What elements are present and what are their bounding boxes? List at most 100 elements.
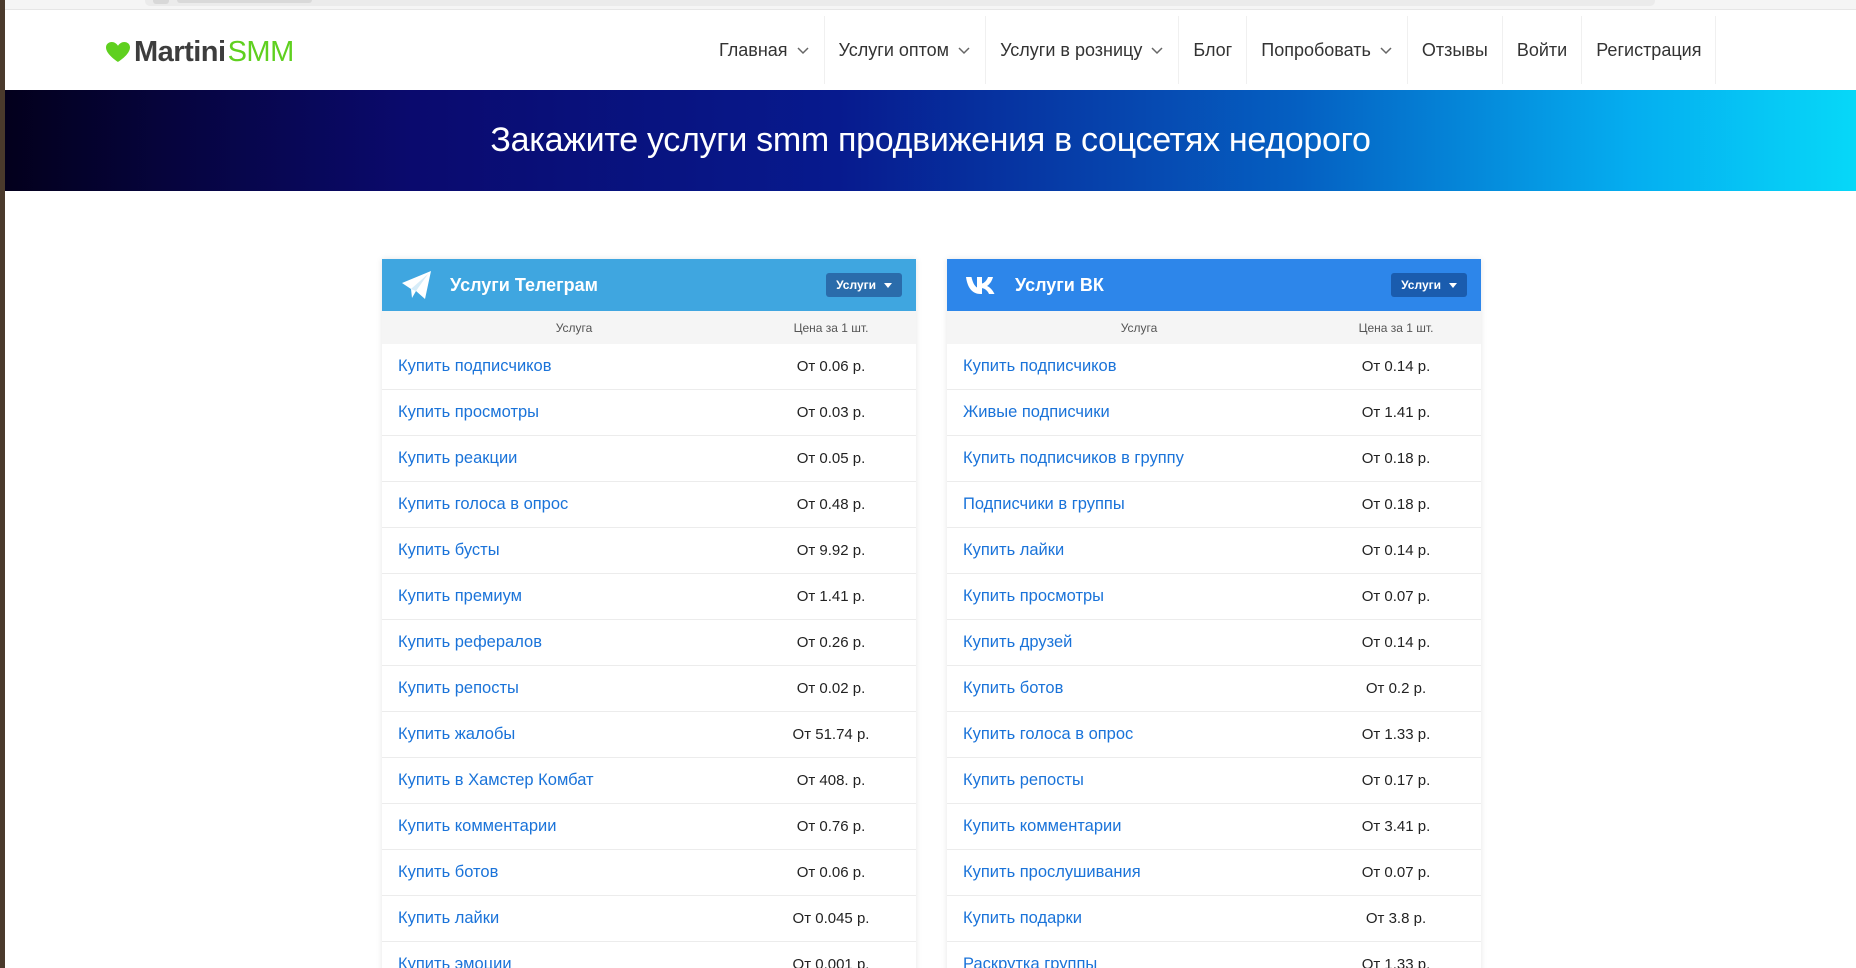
site-header: Martini SMM Главная Услуги оптом Услуги … (5, 10, 1856, 90)
service-price: От 0.001 р. (792, 956, 870, 968)
table-row: Купить просмотры От 0.03 р. (382, 390, 916, 436)
hero-title: Закажите услуги smm продвижения в соцсет… (490, 121, 1371, 159)
services-list: Купить подписчиков От 0.06 р. Купить прос… (382, 344, 916, 968)
service-price: От 0.14 р. (1361, 358, 1431, 375)
nav-item-blog[interactable]: Блог (1179, 16, 1248, 84)
dropdown-label: Услуги (1401, 278, 1441, 292)
service-link[interactable]: Купить в Хамстер Комбат (382, 771, 766, 790)
service-price: От 0.18 р. (1361, 496, 1431, 513)
nav-item-home[interactable]: Главная (705, 16, 825, 84)
table-row: Купить подписчиков От 0.14 р. (947, 344, 1481, 390)
nav-item-reviews[interactable]: Отзывы (1408, 16, 1503, 84)
service-link[interactable]: Купить подарки (947, 909, 1331, 928)
table-row: Купить голоса в опрос От 1.33 р. (947, 712, 1481, 758)
browser-toolbar (5, 0, 1856, 10)
service-link[interactable]: Купить лайки (947, 541, 1331, 560)
nav-item-try[interactable]: Попробовать (1247, 16, 1408, 84)
nav-item-label: Войти (1516, 39, 1568, 60)
service-price: От 0.18 р. (1361, 450, 1431, 467)
services-dropdown-button[interactable]: Услуги (826, 273, 902, 297)
table-row: Купить подписчиков От 0.06 р. (382, 344, 916, 390)
service-link[interactable]: Купить просмотры (382, 403, 766, 422)
chevron-down-icon (958, 47, 970, 55)
service-link[interactable]: Купить лайки (382, 909, 766, 928)
table-row: Купить жалобы От 51.74 р. (382, 712, 916, 758)
service-link[interactable]: Купить подписчиков в группу (947, 449, 1331, 468)
service-price: От 0.05 р. (796, 450, 866, 467)
nav-item-register[interactable]: Регистрация (1582, 16, 1717, 84)
service-price: От 0.06 р. (796, 358, 866, 375)
nav-item-label: Главная (719, 39, 788, 60)
service-price: От 0.76 р. (796, 818, 866, 835)
nav-item-label: Блог (1193, 39, 1233, 60)
chevron-down-icon (1380, 47, 1392, 55)
service-price: От 0.02 р. (796, 680, 866, 697)
table-row: Купить премиум От 1.41 р. (382, 574, 916, 620)
service-link[interactable]: Купить бусты (382, 541, 766, 560)
service-link[interactable]: Купить голоса в опрос (947, 725, 1331, 744)
service-price: От 1.33 р. (1361, 956, 1431, 968)
service-price: От 51.74 р. (792, 726, 870, 743)
main-nav: Главная Услуги оптом Услуги в розницу Бл… (705, 16, 1717, 84)
table-row: Купить голоса в опрос От 0.48 р. (382, 482, 916, 528)
service-price: От 0.48 р. (796, 496, 866, 513)
column-header-price: Цена за 1 шт. (1358, 320, 1434, 335)
table-row: Купить ботов От 0.06 р. (382, 850, 916, 896)
service-price: От 3.8 р. (1365, 910, 1427, 927)
services-dropdown-button[interactable]: Услуги (1391, 273, 1467, 297)
service-link[interactable]: Купить премиум (382, 587, 766, 606)
address-bar[interactable] (145, 0, 1655, 6)
service-price: От 0.06 р. (796, 864, 866, 881)
table-row: Купить реакции От 0.05 р. (382, 436, 916, 482)
service-link[interactable]: Купить репосты (947, 771, 1331, 790)
nav-item-wholesale[interactable]: Услуги оптом (825, 16, 987, 84)
service-link[interactable]: Купить жалобы (382, 725, 766, 744)
service-link[interactable]: Купить ботов (382, 863, 766, 882)
table-row: Купить друзей От 0.14 р. (947, 620, 1481, 666)
service-price: От 0.17 р. (1361, 772, 1431, 789)
service-link[interactable]: Купить прослушивания (947, 863, 1331, 882)
nav-item-retail[interactable]: Услуги в розницу (986, 16, 1180, 84)
service-link[interactable]: Раскрутка группы (947, 955, 1331, 968)
table-row: Купить лайки От 0.045 р. (382, 896, 916, 942)
table-row: Купить комментарии От 0.76 р. (382, 804, 916, 850)
service-link[interactable]: Купить просмотры (947, 587, 1331, 606)
service-link[interactable]: Купить подписчиков (382, 357, 766, 376)
service-link[interactable]: Купить подписчиков (947, 357, 1331, 376)
panel-header: Услуги Телеграм Услуги (382, 259, 916, 311)
service-price: От 0.14 р. (1361, 542, 1431, 559)
logo-brand-bold: Martini (134, 35, 226, 68)
service-link[interactable]: Купить репосты (382, 679, 766, 698)
service-link[interactable]: Купить реакции (382, 449, 766, 468)
site-info-icon[interactable] (153, 0, 169, 4)
caret-down-icon (1449, 282, 1457, 288)
table-row: Купить просмотры От 0.07 р. (947, 574, 1481, 620)
service-price: От 0.045 р. (792, 910, 870, 927)
service-link[interactable]: Купить друзей (947, 633, 1331, 652)
nav-item-label: Попробовать (1261, 39, 1371, 60)
service-link[interactable]: Купить голоса в опрос (382, 495, 766, 514)
service-price: От 0.2 р. (1365, 680, 1427, 697)
service-link[interactable]: Купить рефералов (382, 633, 766, 652)
column-header-service: Услуга (1120, 320, 1158, 335)
table-row: Купить ботов От 0.2 р. (947, 666, 1481, 712)
table-row: Живые подписчики От 1.41 р. (947, 390, 1481, 436)
service-price: От 3.41 р. (1361, 818, 1431, 835)
logo-brand-light: SMM (227, 35, 295, 68)
service-link[interactable]: Подписчики в группы (947, 495, 1331, 514)
service-link[interactable]: Купить ботов (947, 679, 1331, 698)
service-link[interactable]: Живые подписчики (947, 403, 1331, 422)
table-row: Купить в Хамстер Комбат От 408. р. (382, 758, 916, 804)
heart-icon (106, 42, 130, 62)
service-link[interactable]: Купить комментарии (382, 817, 766, 836)
panel-header: Услуги ВК Услуги (947, 259, 1481, 311)
telegram-plane-icon (400, 268, 434, 302)
services-list: Купить подписчиков От 0.14 р. Живые подпи… (947, 344, 1481, 968)
service-link[interactable]: Купить эмоции (382, 955, 766, 968)
service-price: От 1.41 р. (796, 588, 866, 605)
nav-item-login[interactable]: Войти (1503, 16, 1583, 84)
site-logo[interactable]: Martini SMM (105, 34, 294, 70)
nav-item-label: Регистрация (1596, 39, 1702, 60)
service-link[interactable]: Купить комментарии (947, 817, 1331, 836)
service-price: От 0.07 р. (1361, 588, 1431, 605)
